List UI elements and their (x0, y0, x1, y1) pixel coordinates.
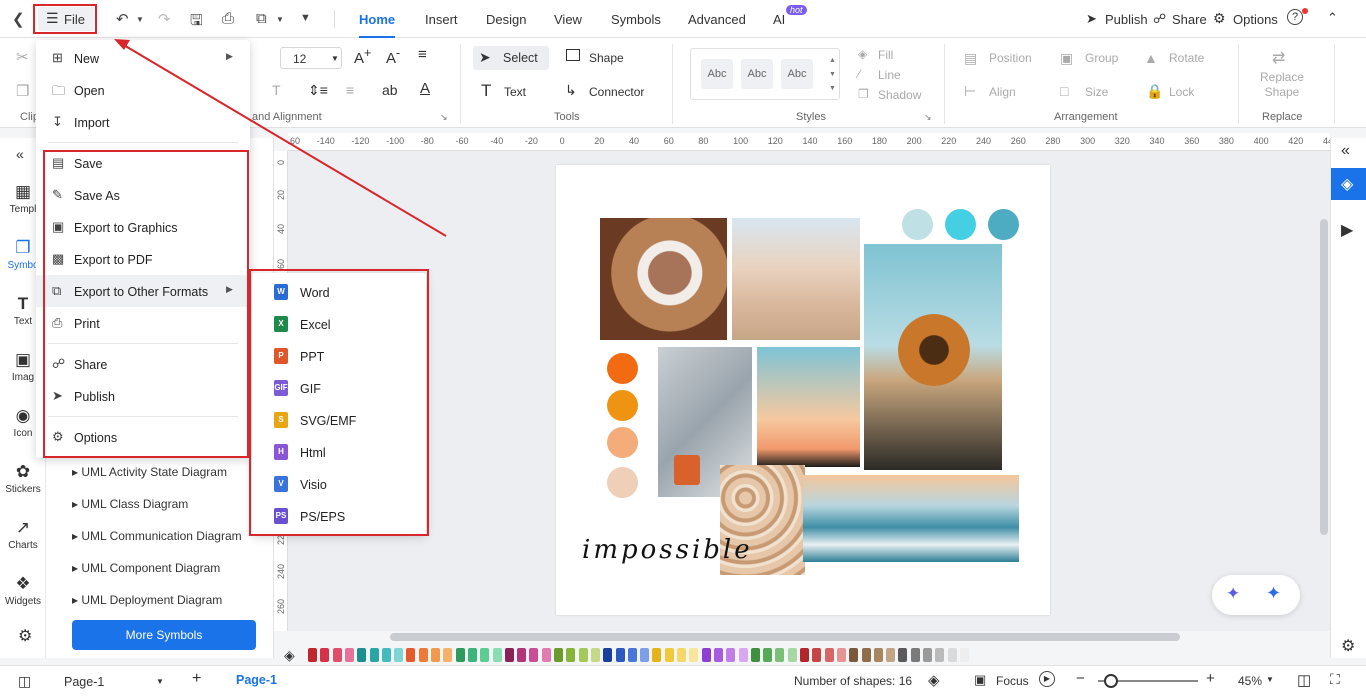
annotation-arrow (114, 39, 447, 237)
